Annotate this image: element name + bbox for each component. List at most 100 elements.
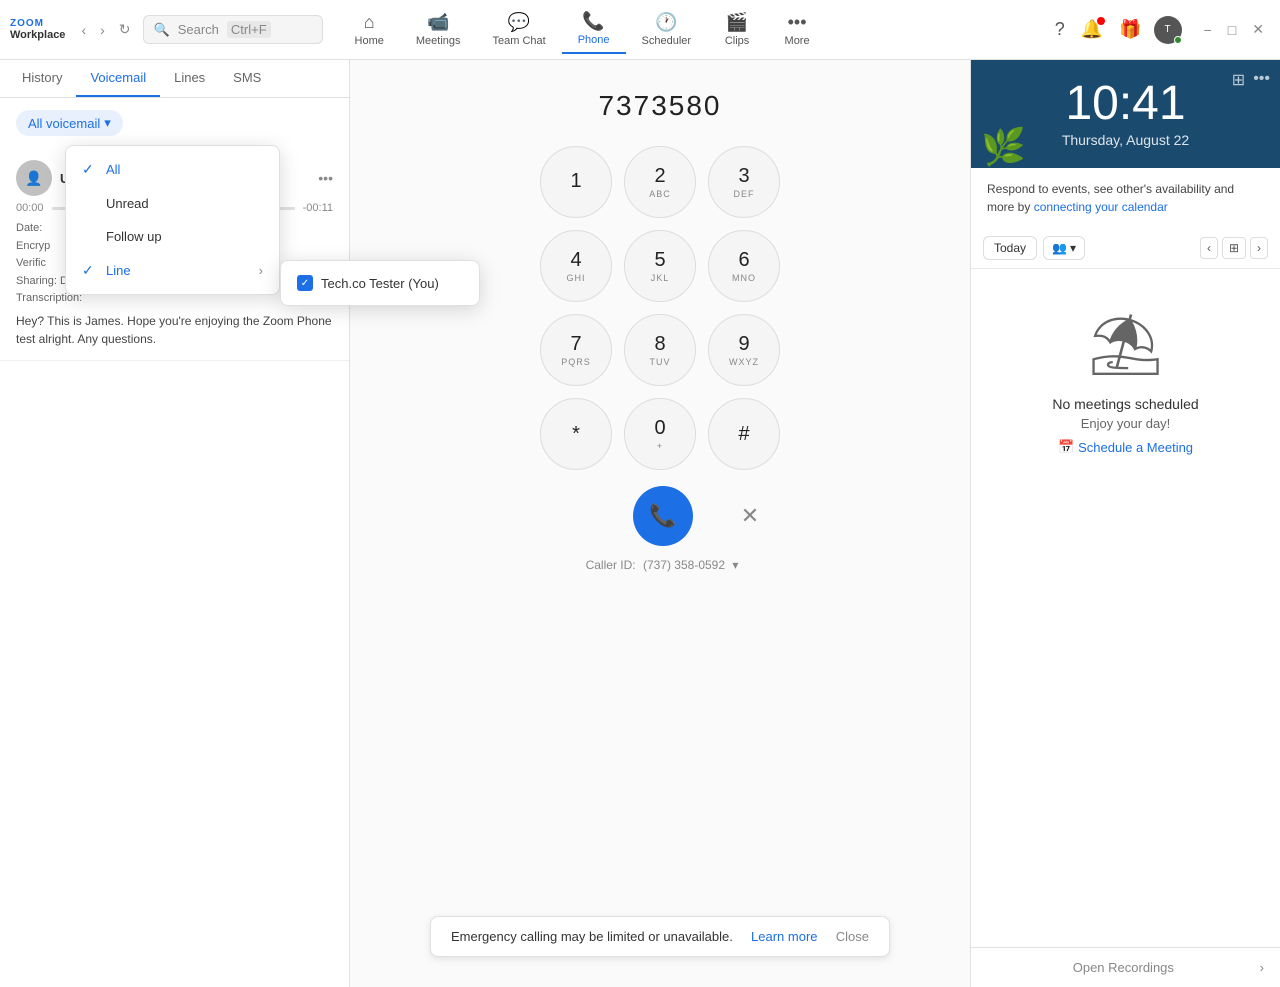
search-shortcut: Ctrl+F <box>227 21 271 38</box>
vm-time-end: -00:11 <box>303 202 333 214</box>
dialpad-grid: 1 2ABC 3DEF 4GHI 5JKL 6MNO 7PQRS 8TUV 9W… <box>540 146 780 470</box>
vm-transcription-text: Hey? This is James. Hope you're enjoying… <box>16 312 333 348</box>
phone-icon: 📞 <box>582 11 604 32</box>
caller-id[interactable]: Caller ID: (737) 358-0592 ▾ <box>582 558 739 572</box>
connect-calendar-link[interactable]: connecting your calendar <box>1034 200 1168 214</box>
vm-more-icon[interactable]: ••• <box>318 170 333 186</box>
cal-prev-button[interactable]: ‹ <box>1200 237 1218 259</box>
nav-meetings-label: Meetings <box>416 35 461 47</box>
cal-next-button[interactable]: › <box>1250 237 1268 259</box>
calendar-connect-banner: Respond to events, see other's availabil… <box>971 168 1280 228</box>
right-panel: ⊞ ••• 🌿 10:41 Thursday, August 22 Respon… <box>970 60 1280 987</box>
close-button[interactable]: ✕ <box>1246 17 1270 42</box>
schedule-meeting-button[interactable]: 📅 Schedule a Meeting <box>1058 439 1193 455</box>
open-recordings-label: Open Recordings <box>1073 960 1174 975</box>
recordings-chevron: › <box>1260 960 1264 975</box>
dialpad-actions: 📞 ✕ <box>553 486 767 546</box>
nav-team-chat[interactable]: 💬 Team Chat <box>477 6 562 53</box>
filter-all[interactable]: ✓ All <box>66 152 279 187</box>
clear-button[interactable]: ✕ <box>733 495 767 537</box>
gift-button[interactable]: 🎁 <box>1115 15 1145 44</box>
notification-dot <box>1097 17 1105 25</box>
nav-arrows: ‹ › ↻ <box>75 17 136 42</box>
dial-star[interactable]: * <box>540 398 612 470</box>
nav-home-label: Home <box>355 35 384 47</box>
call-button[interactable]: 📞 <box>633 486 693 546</box>
all-voicemail-button[interactable]: All voicemail ▾ <box>16 110 123 136</box>
dropdown-menu: ✓ All Unread Follow up ✓ Line › <box>65 145 280 295</box>
tab-history[interactable]: History <box>8 60 76 97</box>
vm-time-start: 00:00 <box>16 202 44 214</box>
people-chevron: ▾ <box>1070 241 1076 255</box>
nav-scheduler[interactable]: 🕐 Scheduler <box>626 6 708 53</box>
nav-home[interactable]: ⌂ Home <box>339 6 400 53</box>
check-icon: ✓ <box>82 161 98 178</box>
emergency-close[interactable]: Close <box>836 929 869 944</box>
history-button[interactable]: ↻ <box>113 17 137 42</box>
minimize-button[interactable]: − <box>1198 17 1218 42</box>
umbrella-icon: ⛱ <box>1087 309 1163 380</box>
meetings-icon: 📹 <box>427 12 449 33</box>
dial-4[interactable]: 4GHI <box>540 230 612 302</box>
filter-follow-up[interactable]: Follow up <box>66 220 279 253</box>
calendar-grid-icon[interactable]: ⊞ <box>1232 70 1245 90</box>
filter-dropdown: ✓ All Unread Follow up ✓ Line › <box>65 145 280 295</box>
user-avatar[interactable]: T <box>1154 16 1182 44</box>
nav-meetings[interactable]: 📹 Meetings <box>400 6 477 53</box>
filter-unread[interactable]: Unread <box>66 187 279 220</box>
zoom-logo: zoom Workplace <box>10 18 65 41</box>
forward-button[interactable]: › <box>94 17 111 42</box>
filter-all-label: All <box>106 162 120 177</box>
calendar-more-icon[interactable]: ••• <box>1253 70 1270 90</box>
search-icon: 🔍 <box>154 22 170 38</box>
learn-more-link[interactable]: Learn more <box>751 929 817 944</box>
nav-phone[interactable]: 📞 Phone <box>562 5 626 54</box>
nav-scheduler-label: Scheduler <box>642 35 692 47</box>
line-checkbox: ✓ <box>297 275 313 291</box>
dial-8[interactable]: 8TUV <box>624 314 696 386</box>
dial-hash[interactable]: # <box>708 398 780 470</box>
voicemail-header: All voicemail ▾ <box>0 98 349 148</box>
main-layout: History Voicemail Lines SMS All voicemai… <box>0 60 1280 987</box>
caller-id-chevron: ▾ <box>732 558 738 572</box>
back-button[interactable]: ‹ <box>75 17 92 42</box>
cal-month-button[interactable]: ⊞ <box>1222 237 1246 259</box>
tab-voicemail[interactable]: Voicemail <box>76 60 160 97</box>
line-arrow: › <box>259 263 263 278</box>
line-check: ✓ <box>82 262 98 279</box>
nav-more[interactable]: ••• More <box>767 6 827 53</box>
dial-2[interactable]: 2ABC <box>624 146 696 218</box>
line-item-label: Tech.co Tester (You) <box>321 276 439 291</box>
help-button[interactable]: ? <box>1051 15 1069 44</box>
nav-phone-label: Phone <box>578 34 610 46</box>
search-bar[interactable]: 🔍 Search Ctrl+F <box>143 15 323 44</box>
nav-clips[interactable]: 🎬 Clips <box>707 6 767 53</box>
dial-7[interactable]: 7PQRS <box>540 314 612 386</box>
maximize-button[interactable]: □ <box>1222 17 1242 42</box>
dial-9[interactable]: 9WXYZ <box>708 314 780 386</box>
filter-line[interactable]: ✓ Line › <box>66 253 279 288</box>
dial-6[interactable]: 6MNO <box>708 230 780 302</box>
team-chat-icon: 💬 <box>508 12 530 33</box>
dial-3[interactable]: 3DEF <box>708 146 780 218</box>
nav-more-label: More <box>785 35 810 47</box>
no-meetings-panel: ⛱ No meetings scheduled Enjoy your day! … <box>971 269 1280 947</box>
dial-5[interactable]: 5JKL <box>624 230 696 302</box>
dial-0[interactable]: 0+ <box>624 398 696 470</box>
center-panel: 7373580 1 2ABC 3DEF 4GHI 5JKL 6MNO 7PQRS… <box>350 60 970 987</box>
tab-lines[interactable]: Lines <box>160 60 219 97</box>
tabs-row: History Voicemail Lines SMS <box>0 60 349 98</box>
line-item-techco[interactable]: ✓ Tech.co Tester (You) <box>289 269 471 297</box>
open-recordings-row[interactable]: Open Recordings › <box>971 947 1280 987</box>
dial-1[interactable]: 1 <box>540 146 612 218</box>
caller-id-label: Caller ID: <box>586 558 636 572</box>
online-indicator <box>1174 36 1182 44</box>
people-button[interactable]: 👥 ▾ <box>1043 236 1085 260</box>
today-button[interactable]: Today <box>983 236 1037 260</box>
dialpad-number[interactable]: 7373580 <box>598 90 721 122</box>
calendar-widget: ⊞ ••• 🌿 10:41 Thursday, August 22 <box>971 60 1280 168</box>
line-menu: ✓ Tech.co Tester (You) <box>280 260 480 306</box>
left-panel: History Voicemail Lines SMS All voicemai… <box>0 60 350 987</box>
tab-sms[interactable]: SMS <box>219 60 275 97</box>
notifications-button[interactable]: 🔔 <box>1077 15 1107 44</box>
